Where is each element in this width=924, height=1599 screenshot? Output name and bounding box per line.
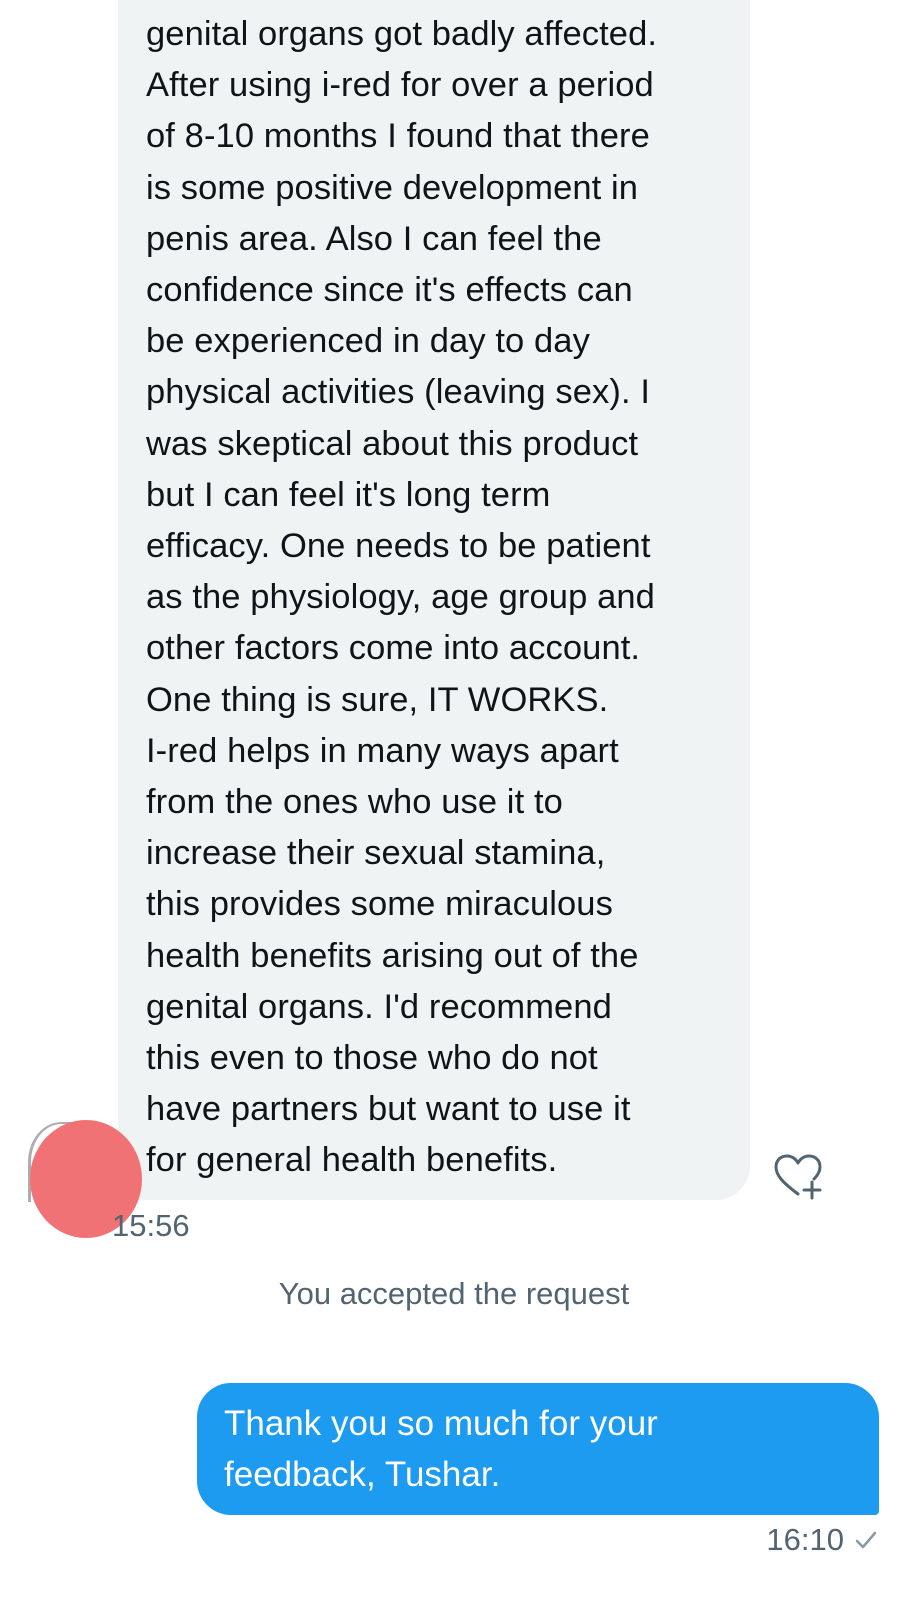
check-icon (855, 1531, 877, 1549)
received-message-timestamp: 15:56 (112, 1208, 190, 1243)
heart-plus-icon[interactable] (772, 1152, 824, 1202)
sent-message-text: Thank you so much for your feedback, Tus… (224, 1404, 658, 1494)
dm-conversation: genital organs got badly affected. After… (0, 0, 924, 1599)
system-notice: You accepted the request (278, 1276, 630, 1311)
sent-message-timestamp: 16:10 (766, 1522, 844, 1557)
received-message-text: genital organs got badly affected. After… (146, 15, 658, 1180)
sent-message-meta: 16:10 (766, 1520, 878, 1560)
